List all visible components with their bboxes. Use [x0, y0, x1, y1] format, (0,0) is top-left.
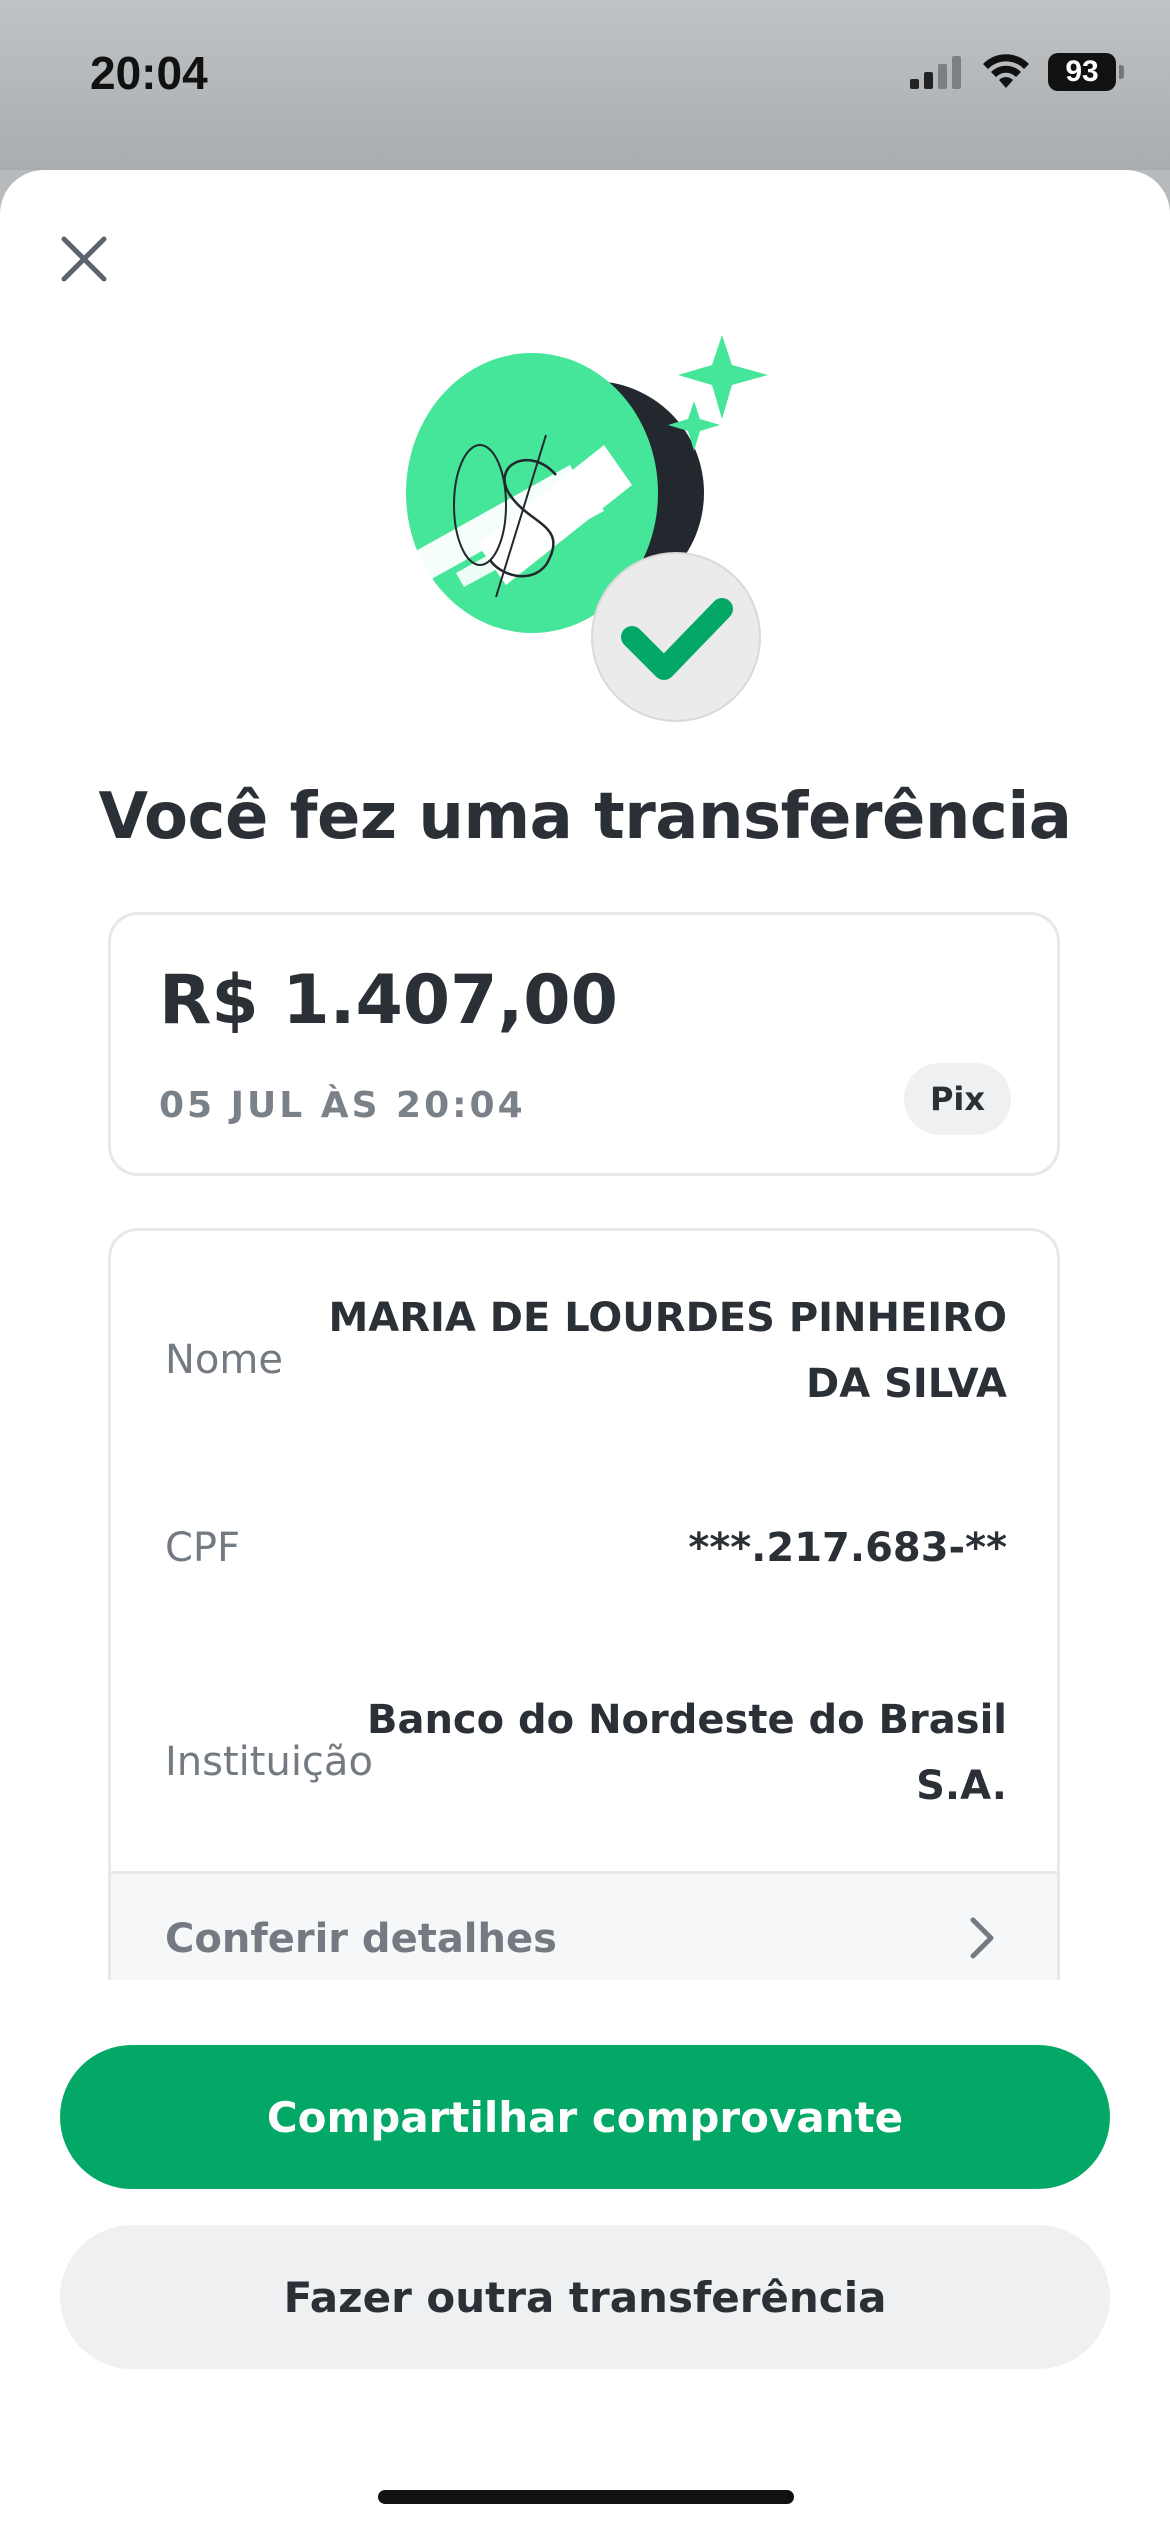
detail-value-line: S.A.	[916, 1763, 1007, 1809]
check-details-link[interactable]: Conferir detalhes	[111, 1871, 1057, 1980]
wifi-icon	[983, 54, 1029, 88]
detail-value-line: MARIA DE LOURDES PINHEIRO	[328, 1295, 1007, 1341]
recipient-details-card: Nome MARIA DE LOURDES PINHEIRO DA SILVA …	[108, 1228, 1060, 1980]
detail-value: ***.217.683-**	[688, 1515, 1007, 1581]
home-indicator	[378, 2490, 794, 2504]
detail-row-cpf: CPF ***.217.683-**	[111, 1515, 1057, 1595]
close-button[interactable]	[50, 225, 118, 293]
detail-value-line: DA SILVA	[806, 1361, 1007, 1407]
page-title: Você fez uma transferência	[98, 780, 1072, 854]
detail-label: CPF	[165, 1525, 241, 1571]
money-success-illustration	[406, 335, 768, 722]
new-transfer-button[interactable]: Fazer outra transferência	[60, 2225, 1110, 2369]
detail-value-line: ***.217.683-**	[688, 1525, 1007, 1571]
detail-row-instituicao: Instituição Banco do Nordeste do Brasil …	[111, 1687, 1057, 1827]
transfer-amount: R$ 1.407,00	[159, 961, 618, 1040]
detail-value: Banco do Nordeste do Brasil S.A.	[367, 1687, 1007, 1819]
share-receipt-button[interactable]: Compartilhar comprovante	[60, 2045, 1110, 2189]
status-icons: 93	[910, 50, 1124, 94]
detail-label: Instituição	[165, 1739, 373, 1785]
transfer-date: 05 JUL ÀS 20:04	[159, 1085, 526, 1126]
detail-row-nome: Nome MARIA DE LOURDES PINHEIRO DA SILVA	[111, 1285, 1057, 1425]
amount-card: R$ 1.407,00 05 JUL ÀS 20:04 Pix	[108, 912, 1060, 1176]
detail-label: Nome	[165, 1337, 283, 1383]
battery-icon: 93	[1048, 53, 1124, 91]
chevron-right-icon	[970, 1917, 994, 1959]
detail-value-line: Banco do Nordeste do Brasil	[366, 1697, 1007, 1743]
status-time: 20:04	[90, 47, 208, 99]
transfer-receipt-sheet: Você fez uma transferência R$ 1.407,00 0…	[0, 170, 1170, 2532]
detail-value: MARIA DE LOURDES PINHEIRO DA SILVA	[328, 1285, 1007, 1417]
payment-method-badge: Pix	[903, 1063, 1011, 1135]
close-icon	[61, 236, 107, 282]
check-details-label: Conferir detalhes	[165, 1916, 557, 1962]
signal-icon	[910, 56, 961, 89]
status-bar: 20:04 93	[0, 0, 1170, 170]
